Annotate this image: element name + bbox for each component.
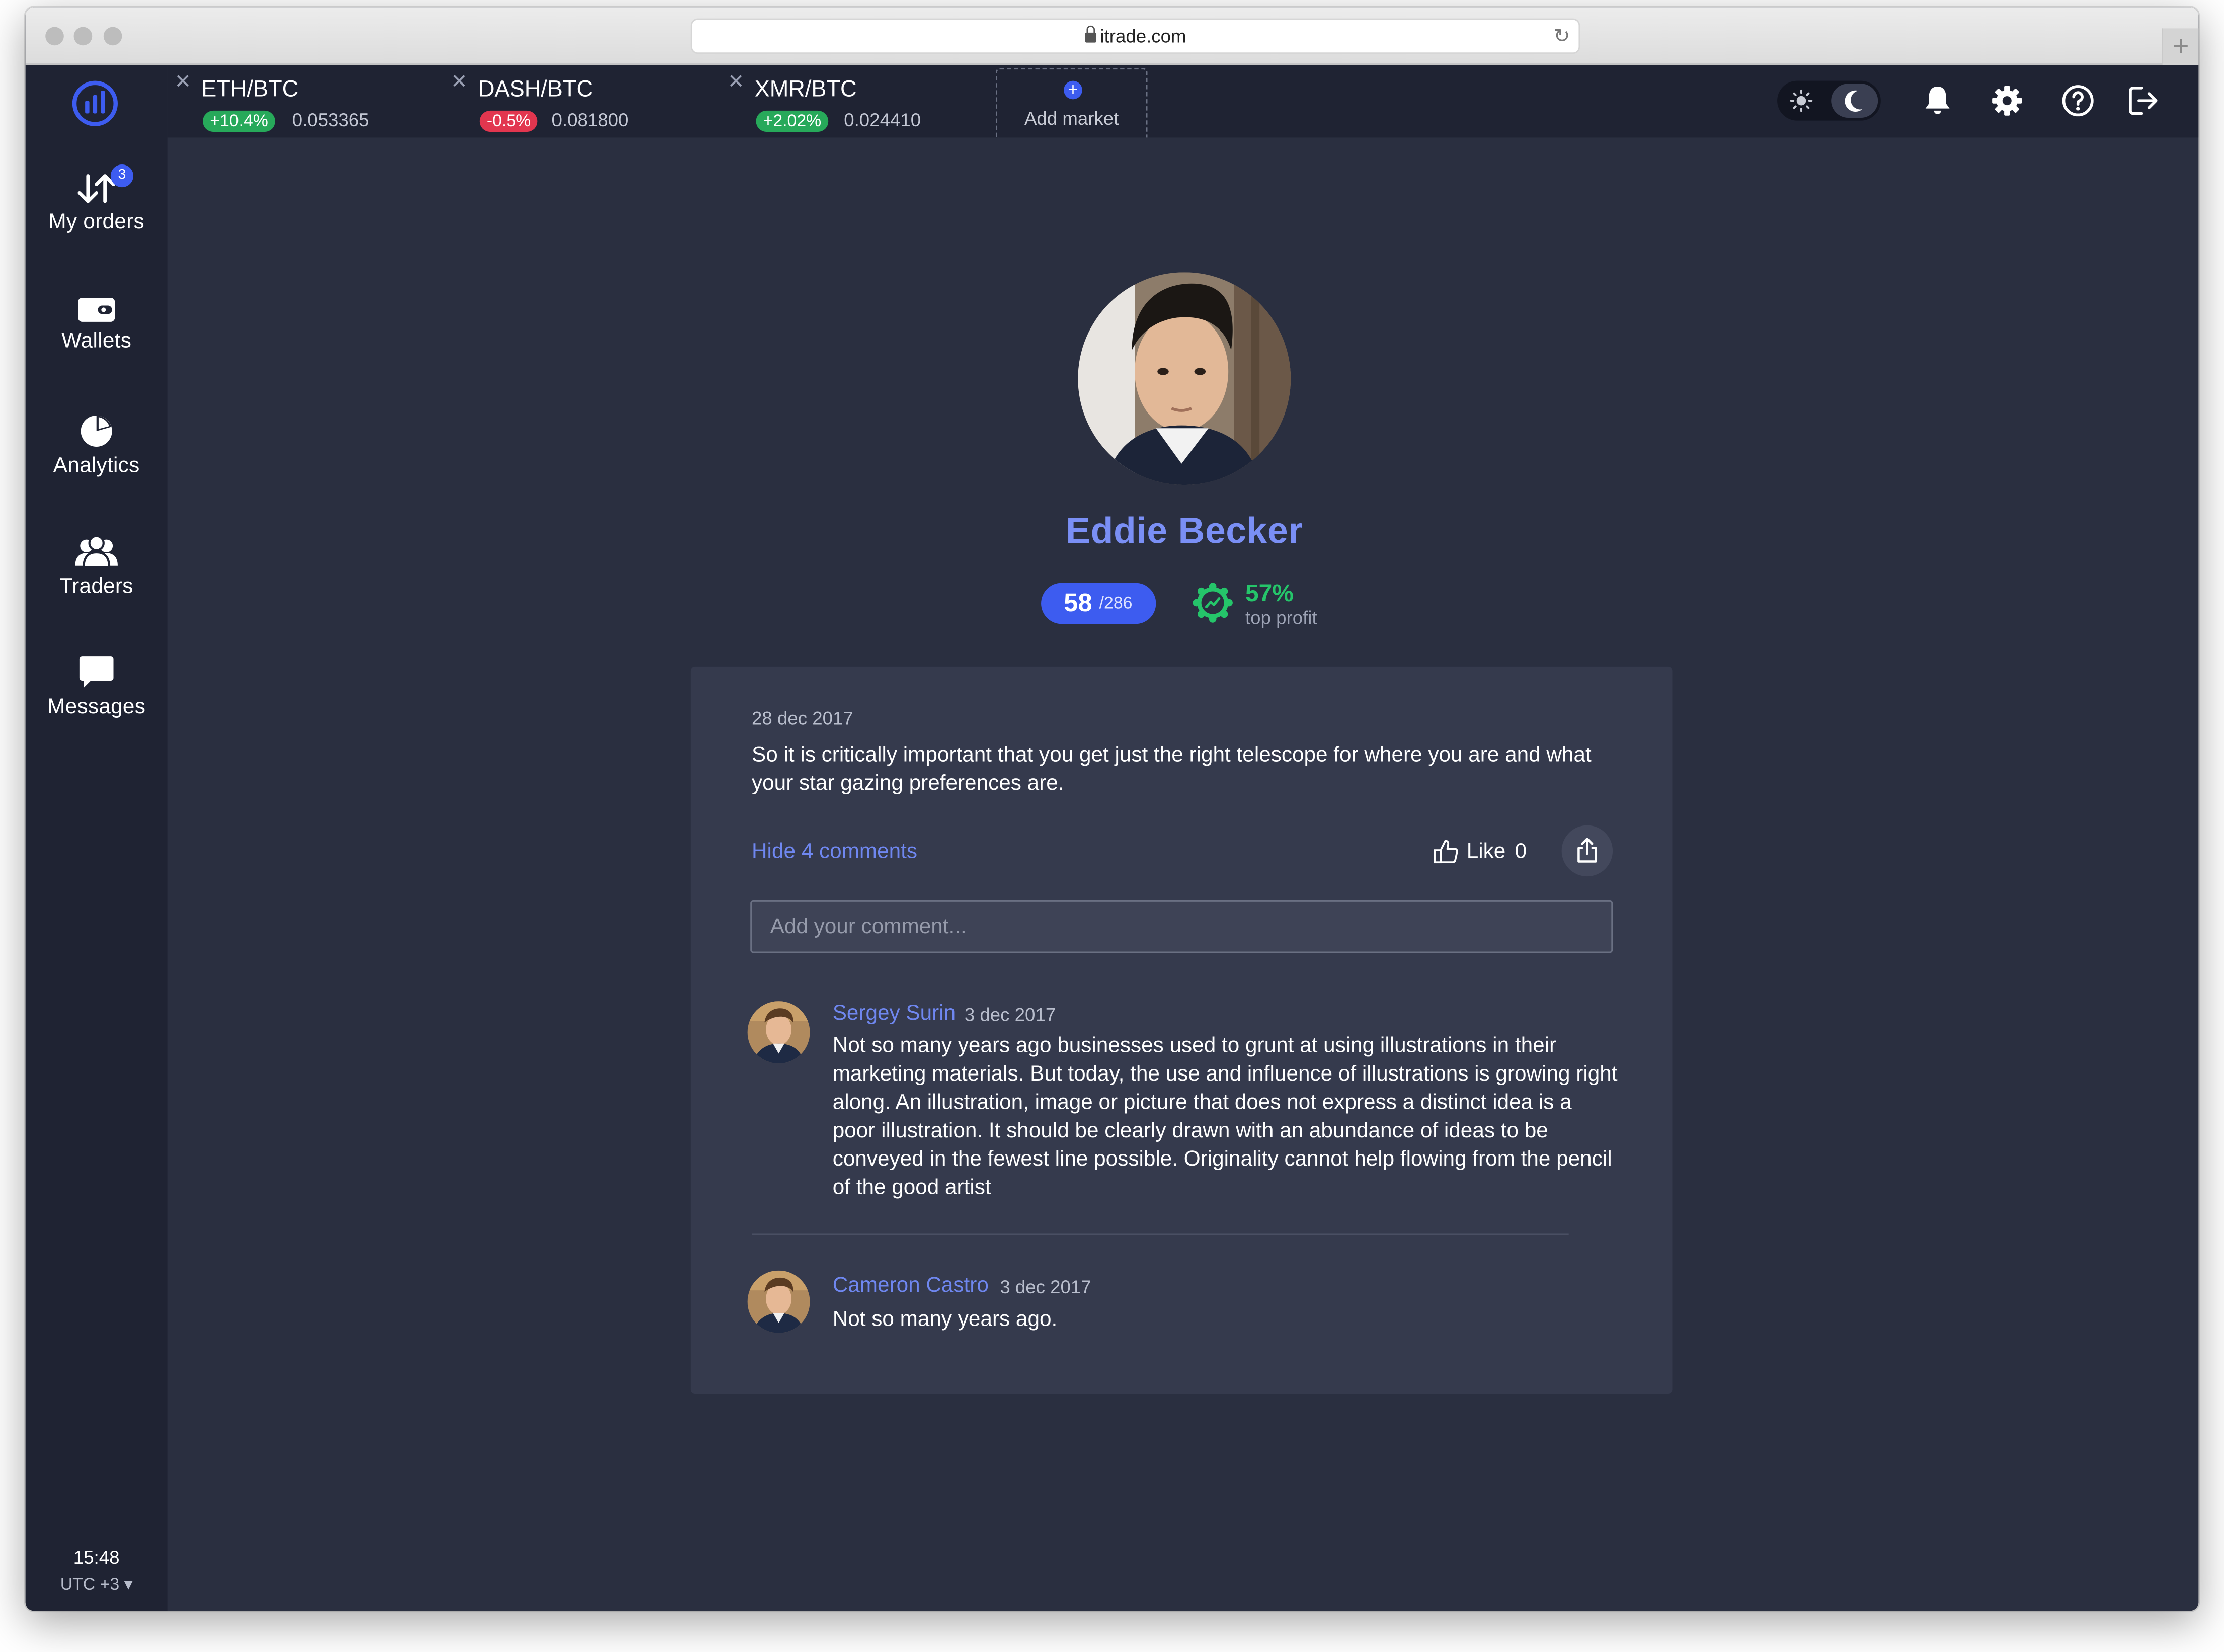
lock-icon [1084,25,1096,43]
sidebar-item-analytics[interactable]: Analytics [26,414,168,478]
add-market-label: Add market [1024,108,1119,129]
theme-toggle[interactable] [1777,80,1881,121]
close-tab-icon[interactable]: ✕ [728,69,744,94]
comment-divider [752,1233,1569,1235]
browser-chrome: itrade.com ↻ + [25,7,2199,65]
sidebar-item-my-orders[interactable]: 3 My orders [26,164,168,234]
users-icon [75,535,118,568]
browser-window: itrade.com ↻ + 3 My orders Wallets Analy… [25,7,2199,1611]
sidebar-item-label: Traders [59,574,133,599]
timezone-select[interactable]: UTC +3 ▾ [26,1574,168,1594]
market-price: 0.081800 [551,109,629,131]
post-date: 28 dec 2017 [752,707,853,729]
help-icon[interactable] [2061,84,2095,118]
comment-author[interactable]: Cameron Castro [833,1273,989,1297]
sidebar: 3 My orders Wallets Analytics Traders Me… [25,65,168,1611]
sidebar-item-label: Messages [47,695,146,719]
market-pair: DASH/BTC [478,78,593,102]
url-label: itrade.com [1100,25,1186,47]
app: 3 My orders Wallets Analytics Traders Me… [25,65,2199,1611]
sidebar-item-traders[interactable]: Traders [26,535,168,599]
commenter-photo [747,1270,810,1333]
market-tab-eth-btc[interactable]: ✕ ETH/BTC +10.4% 0.053365 [168,65,437,138]
comment-text: Not so many years ago businesses used to… [832,1033,1618,1200]
sun-icon[interactable] [1790,89,1813,112]
profit-percent: 57% [1245,580,1294,607]
app-logo-icon[interactable] [71,79,119,128]
wallet-icon [78,297,115,322]
commenter-avatar[interactable] [747,1001,810,1064]
comment-text: Not so many years ago. [832,1307,1058,1332]
like-label: Like [1466,839,1506,864]
profile-avatar [1078,272,1291,485]
zoom-window-button[interactable] [103,27,122,46]
sidebar-item-label: Analytics [53,454,140,478]
commenter-avatar[interactable] [747,1270,810,1333]
share-icon [1577,838,1597,863]
pie-chart-icon [81,415,112,447]
comment-date: 3 dec 2017 [1000,1276,1091,1298]
market-tab-xmr-btc[interactable]: ✕ XMR/BTC +2.02% 0.024410 [721,65,990,138]
sidebar-item-label: My orders [48,210,144,234]
commenter-photo [747,1001,810,1064]
market-change-badge: -0.5% [479,110,538,132]
moon-icon [1845,90,1863,112]
close-window-button[interactable] [45,27,64,46]
comment-date: 3 dec 2017 [964,1004,1056,1026]
close-tab-icon[interactable]: ✕ [175,69,191,94]
rank-badge: 58 /286 [1041,583,1156,624]
sidebar-item-label: Wallets [61,328,132,353]
close-tab-icon[interactable]: ✕ [451,69,467,94]
theme-dark-option[interactable] [1831,84,1878,118]
thumbs-up-icon [1434,840,1458,864]
like-count: 0 [1515,839,1527,864]
plus-icon: + [1064,81,1082,100]
hide-comments-link[interactable]: Hide 4 comments [752,840,917,864]
share-button[interactable] [1561,825,1613,877]
minimize-window-button[interactable] [73,27,93,46]
clock-time: 15:48 [73,1547,120,1568]
bell-icon[interactable] [1921,84,1955,118]
orders-count-badge: 3 [110,164,133,188]
chat-bubble-icon [79,656,114,688]
market-price: 0.053365 [292,109,369,131]
top-bar: ✕ ETH/BTC +10.4% 0.053365 ✕ DASH/BTC -0.… [167,65,2199,138]
add-market-button[interactable]: + Add market [995,68,1148,138]
comment-author[interactable]: Sergey Surin [833,1001,956,1025]
market-change-badge: +2.02% [756,110,829,132]
profile-name: Eddie Becker [1066,509,1303,552]
market-tab-dash-btc[interactable]: ✕ DASH/BTC -0.5% 0.081800 [444,65,713,138]
comment-input[interactable] [750,900,1613,953]
reload-icon[interactable]: ↻ [1553,26,1570,45]
market-pair: XMR/BTC [754,78,857,102]
post-text: So it is critically important that you g… [752,743,1592,796]
sidebar-item-wallets[interactable]: Wallets [26,295,168,353]
new-tab-button[interactable]: + [2162,28,2199,65]
rank-total: /286 [1099,593,1133,613]
market-pair: ETH/BTC [201,78,299,102]
top-profit-badge-icon [1193,583,1233,623]
address-bar[interactable]: itrade.com ↻ [690,18,1580,54]
sidebar-item-messages[interactable]: Messages [26,655,168,719]
post-card: 28 dec 2017 So it is critically importan… [690,666,1673,1394]
market-price: 0.024410 [844,109,921,131]
gear-icon[interactable] [1990,84,2024,118]
profit-label: top profit [1245,607,1317,628]
rank-value: 58 [1064,588,1092,617]
logout-icon[interactable] [2126,84,2161,118]
market-change-badge: +10.4% [203,110,275,132]
url-text: itrade.com [692,25,1579,47]
profile-photo [1078,272,1291,485]
